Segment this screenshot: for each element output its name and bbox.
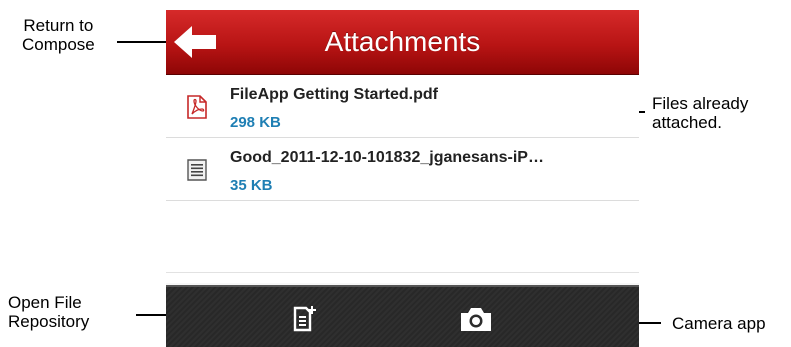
- camera-icon: [461, 308, 491, 331]
- attachment-row[interactable]: Good_2011-12-10-101832_jganesans-iP… 35 …: [166, 138, 639, 201]
- attachment-name: Good_2011-12-10-101832_jganesans-iP…: [230, 149, 544, 166]
- callout-return-to-compose: Return to Compose: [22, 16, 95, 54]
- attachment-size: 35 KB: [230, 177, 273, 194]
- callout-repository-line1: Open File: [8, 293, 82, 312]
- callout-files-line1: Files already: [652, 94, 749, 113]
- callout-repository-line2: Repository: [8, 312, 90, 331]
- camera-button[interactable]: [458, 305, 494, 333]
- pdf-file-icon: [187, 95, 207, 119]
- list-divider: [166, 272, 639, 273]
- callout-return-line1: Return to: [23, 16, 94, 35]
- callout-camera-app: Camera app: [672, 314, 766, 333]
- phone-screen: Attachments FileApp Getting Started.pdf …: [166, 10, 639, 347]
- callout-open-repository: Open File Repository: [8, 293, 89, 331]
- attachment-row[interactable]: FileApp Getting Started.pdf 298 KB: [166, 75, 639, 138]
- attachment-name: FileApp Getting Started.pdf: [230, 86, 438, 103]
- add-file-icon: [293, 306, 316, 332]
- callout-return-line2: Compose: [22, 35, 95, 54]
- document-file-icon: [187, 159, 207, 181]
- open-file-repository-button[interactable]: [290, 305, 320, 333]
- callout-files-line2: attached.: [652, 113, 722, 132]
- page-title: Attachments: [324, 26, 481, 57]
- attachment-list: FileApp Getting Started.pdf 298 KB Good_…: [166, 75, 639, 283]
- title-bar: Attachments: [166, 10, 639, 75]
- bottom-toolbar: [166, 285, 639, 347]
- callout-files-attached: Files already attached.: [652, 94, 748, 132]
- attachment-size: 298 KB: [230, 114, 281, 131]
